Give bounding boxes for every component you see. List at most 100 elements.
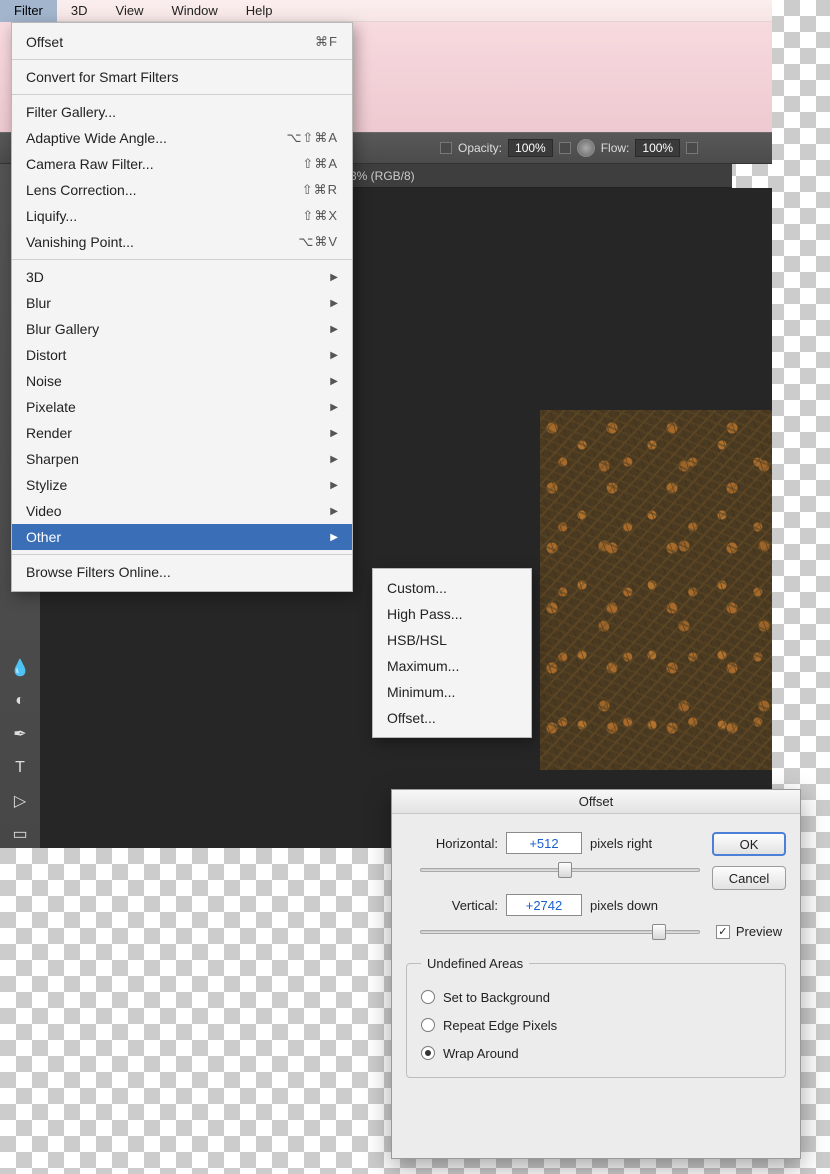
radio-wrap-around[interactable]: Wrap Around	[421, 1039, 771, 1067]
vertical-input[interactable]	[506, 894, 582, 916]
vertical-label: Vertical:	[406, 898, 498, 913]
document-tab[interactable]: 3% (RGB/8)	[350, 169, 415, 183]
mode-dropdown-icon[interactable]	[440, 142, 452, 154]
submenu-arrow-icon: ▶	[330, 350, 338, 361]
ok-button[interactable]: OK	[712, 832, 786, 856]
radio-icon	[421, 990, 435, 1004]
menu-item-label: Maximum...	[387, 658, 459, 674]
slider-thumb[interactable]	[652, 924, 666, 940]
menu-item-last-filter[interactable]: Offset ⌘F	[12, 29, 352, 55]
menu-item-shortcut: ⇧⌘A	[302, 156, 338, 172]
menu-item-shortcut: ⇧⌘X	[302, 208, 338, 224]
submenu-arrow-icon: ▶	[330, 324, 338, 335]
submenu-arrow-icon: ▶	[330, 376, 338, 387]
menu-item-sharpen[interactable]: Sharpen▶	[12, 446, 352, 472]
radio-icon	[421, 1046, 435, 1060]
menu-item-label: Filter Gallery...	[26, 104, 116, 120]
menu-item-video[interactable]: Video▶	[12, 498, 352, 524]
submenu-item-hsb-hsl[interactable]: HSB/HSL	[373, 627, 531, 653]
flow-value[interactable]: 100%	[635, 139, 680, 157]
menu-item-noise[interactable]: Noise ▶	[12, 368, 352, 394]
radio-set-background[interactable]: Set to Background	[421, 983, 771, 1011]
submenu-arrow-icon: ▶	[330, 272, 338, 283]
blur-tool-icon[interactable]: 💧	[6, 654, 34, 681]
menu-item-label: Camera Raw Filter...	[26, 156, 154, 172]
menu-item-vanishing-point[interactable]: Vanishing Point...⌥⌘V	[12, 229, 352, 255]
cancel-button[interactable]: Cancel	[712, 866, 786, 890]
opacity-dropdown-icon[interactable]	[559, 142, 571, 154]
menu-3d[interactable]: 3D	[57, 0, 102, 22]
menu-item-shortcut: ⌥⇧⌘A	[286, 130, 338, 146]
menu-item-label: Stylize	[26, 477, 67, 493]
preview-checkbox[interactable]: ✓ Preview	[716, 924, 782, 939]
texture-image	[540, 410, 772, 770]
flow-dropdown-icon[interactable]	[686, 142, 698, 154]
submenu-arrow-icon: ▶	[330, 402, 338, 413]
menu-item-pixelate[interactable]: Pixelate ▶	[12, 394, 352, 420]
menu-item-label: Sharpen	[26, 451, 79, 467]
menu-item-label: Pixelate	[26, 399, 76, 415]
submenu-arrow-icon: ▶	[330, 480, 338, 491]
undefined-areas-legend: Undefined Areas	[421, 956, 529, 971]
menu-item-label: Adaptive Wide Angle...	[26, 130, 167, 146]
menu-item-label: Blur	[26, 295, 51, 311]
menu-item-3d[interactable]: 3D ▶	[12, 264, 352, 290]
menu-item-shortcut: ⇧⌘R	[302, 182, 338, 198]
menu-item-label: Custom...	[387, 580, 447, 596]
menu-help[interactable]: Help	[232, 0, 287, 22]
vertical-slider[interactable]	[420, 922, 700, 942]
pen-tool-icon[interactable]: ✒	[6, 721, 34, 748]
type-tool-icon[interactable]: T	[6, 754, 34, 781]
menu-window[interactable]: Window	[157, 0, 231, 22]
horizontal-slider[interactable]	[420, 860, 700, 880]
menu-item-browse-online[interactable]: Browse Filters Online...	[12, 559, 352, 585]
pressure-opacity-icon[interactable]	[577, 139, 595, 157]
menu-item-render[interactable]: Render ▶	[12, 420, 352, 446]
menu-item-label: Vanishing Point...	[26, 234, 134, 250]
menu-item-filter-gallery[interactable]: Filter Gallery...	[12, 99, 352, 125]
dodge-tool-icon[interactable]: ◐	[6, 687, 34, 714]
submenu-item-high-pass[interactable]: High Pass...	[373, 601, 531, 627]
submenu-item-offset[interactable]: Offset...	[373, 705, 531, 731]
menu-item-lens-correction[interactable]: Lens Correction...⇧⌘R	[12, 177, 352, 203]
slider-thumb[interactable]	[558, 862, 572, 878]
menu-item-liquify[interactable]: Liquify... ⇧⌘X	[12, 203, 352, 229]
menu-item-label: Offset	[26, 34, 63, 50]
menu-separator	[12, 554, 352, 555]
menu-filter[interactable]: Filter	[0, 0, 57, 22]
submenu-item-maximum[interactable]: Maximum...	[373, 653, 531, 679]
menu-item-stylize[interactable]: Stylize ▶	[12, 472, 352, 498]
submenu-item-minimum[interactable]: Minimum...	[373, 679, 531, 705]
filter-menu: Offset ⌘F Convert for Smart Filters Filt…	[11, 22, 353, 592]
menu-view[interactable]: View	[102, 0, 158, 22]
submenu-item-custom[interactable]: Custom...	[373, 575, 531, 601]
menu-item-blur[interactable]: Blur▶	[12, 290, 352, 316]
menu-item-label: Minimum...	[387, 684, 455, 700]
radio-icon	[421, 1018, 435, 1032]
flow-label: Flow:	[601, 141, 630, 155]
other-submenu: Custom... High Pass... HSB/HSL Maximum..…	[372, 568, 532, 738]
preview-label: Preview	[736, 924, 782, 939]
menu-item-label: Liquify...	[26, 208, 77, 224]
menu-item-convert-smart[interactable]: Convert for Smart Filters	[12, 64, 352, 90]
horizontal-input[interactable]	[506, 832, 582, 854]
menu-item-adaptive-wide-angle[interactable]: Adaptive Wide Angle... ⌥⇧⌘A	[12, 125, 352, 151]
menu-item-blur-gallery[interactable]: Blur Gallery▶	[12, 316, 352, 342]
offset-dialog: Offset Horizontal: pixels right Vertical…	[391, 789, 801, 1159]
menu-item-label: Render	[26, 425, 72, 441]
menu-item-label: Noise	[26, 373, 62, 389]
opacity-label: Opacity:	[458, 141, 502, 155]
rectangle-tool-icon[interactable]: ▭	[6, 821, 34, 848]
menu-item-label: 3D	[26, 269, 44, 285]
menu-item-label: Offset...	[387, 710, 436, 726]
radio-label: Repeat Edge Pixels	[443, 1018, 557, 1033]
menu-item-other[interactable]: Other▶	[12, 524, 352, 550]
radio-repeat-edge[interactable]: Repeat Edge Pixels	[421, 1011, 771, 1039]
path-select-tool-icon[interactable]: ▷	[6, 787, 34, 814]
submenu-arrow-icon: ▶	[330, 428, 338, 439]
menubar: Filter 3D View Window Help	[0, 0, 772, 22]
menu-item-camera-raw[interactable]: Camera Raw Filter... ⇧⌘A	[12, 151, 352, 177]
menu-item-label: Other	[26, 529, 61, 545]
menu-item-distort[interactable]: Distort▶	[12, 342, 352, 368]
opacity-value[interactable]: 100%	[508, 139, 553, 157]
